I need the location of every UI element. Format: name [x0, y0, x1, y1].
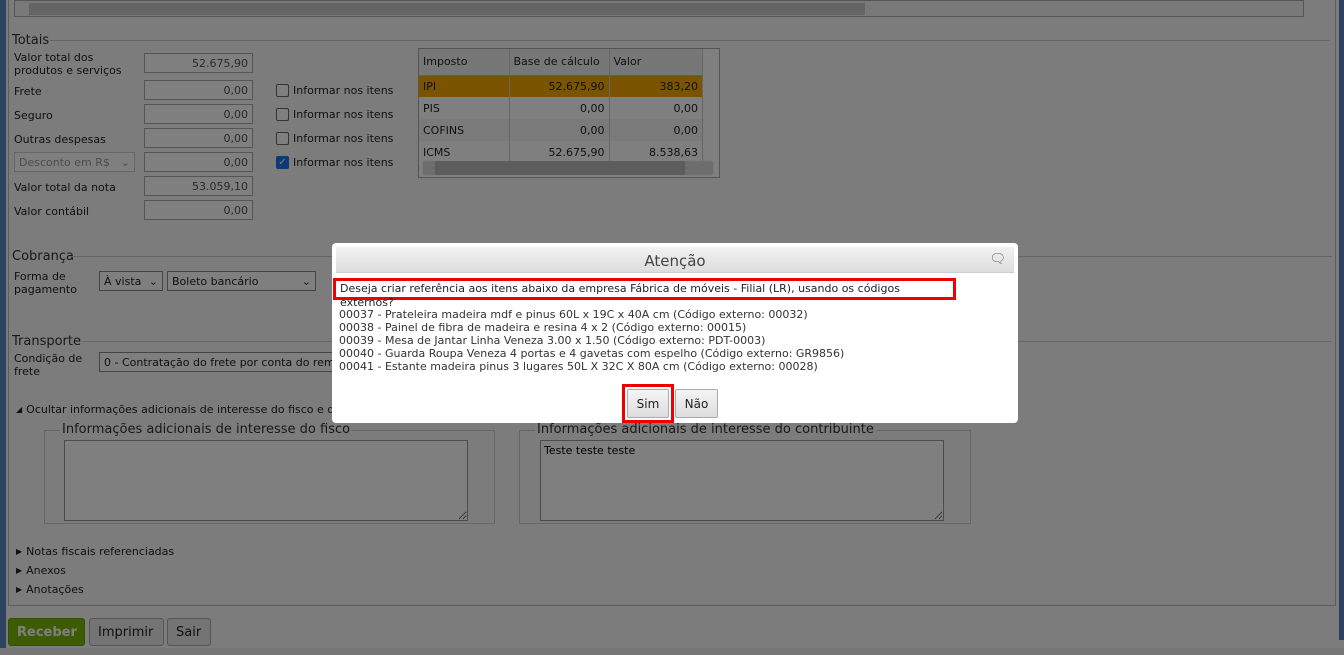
list-item: 00037 - Prateleira madeira mdf e pinus 6… [339, 308, 808, 321]
nao-button[interactable]: Não [675, 389, 718, 418]
dialog-question: Deseja criar referência aos itens abaixo… [333, 278, 956, 309]
list-item: 00040 - Guarda Roupa Veneza 4 portas e 4… [339, 347, 845, 360]
dialog-header: Atenção 🗨 [336, 247, 1014, 273]
list-item: 00038 - Painel de fibra de madeira e res… [339, 321, 747, 334]
dialog-items: 00037 - Prateleira madeira mdf e pinus 6… [339, 308, 844, 373]
speech-bubble-icon[interactable]: 🗨 [989, 246, 1006, 274]
dialog-title: Atenção [644, 252, 706, 270]
attention-dialog: Atenção 🗨 Deseja criar referência aos it… [332, 243, 1018, 423]
sim-button[interactable]: Sim [627, 389, 669, 418]
list-item: 00039 - Mesa de Jantar Linha Veneza 3.00… [339, 334, 766, 347]
list-item: 00041 - Estante madeira pinus 3 lugares … [339, 360, 818, 373]
